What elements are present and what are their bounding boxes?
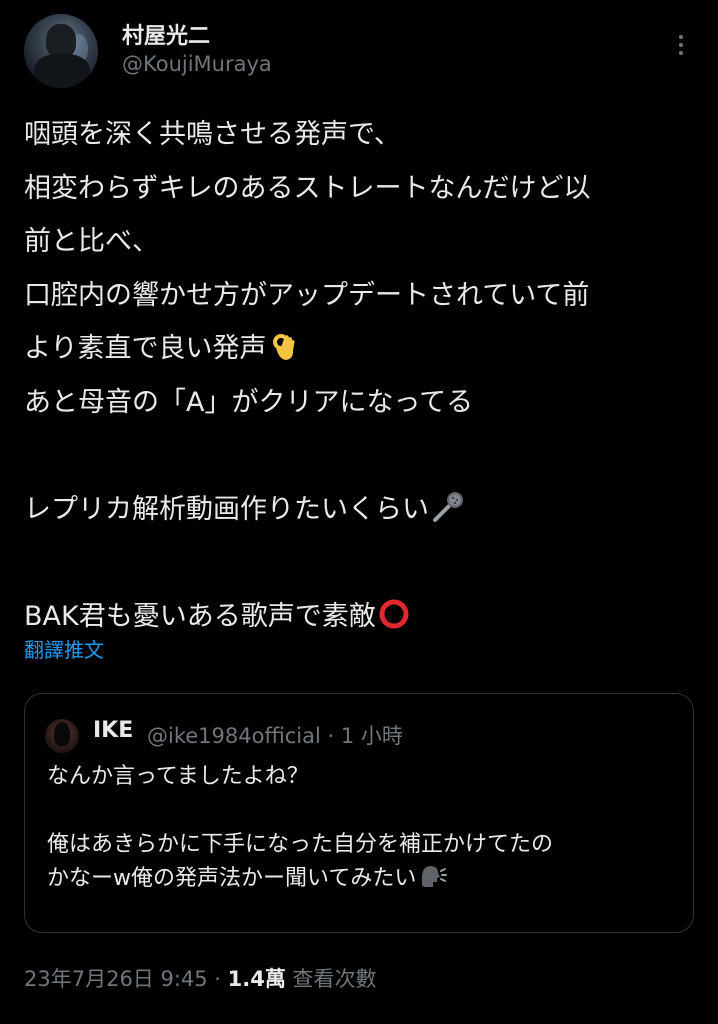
speaking-head-emoji	[422, 866, 448, 887]
microphone-emoji	[433, 491, 463, 522]
tweet-timestamp[interactable]: 23年7月26日 9:45 ·	[24, 967, 228, 991]
more-dot	[679, 51, 683, 55]
tweet-line-with-emoji: より素直で良い発声	[24, 322, 704, 376]
tweet-line-with-emoji: BAK君も憂いある歌声で素敵	[24, 590, 704, 644]
quoted-line: 俺はあきらかに下手になった自分を補正かけてたの	[47, 832, 554, 857]
tweet-meta-row: 23年7月26日 9:45 · 1.4萬 查看次數	[24, 963, 377, 993]
tweet-line-with-emoji: レプリカ解析動画作りたいくらい	[24, 483, 704, 537]
quoted-author-meta: @ike1984official · 1 小時	[147, 724, 403, 748]
quoted-author-name[interactable]: IKE	[93, 718, 133, 743]
tweet-line: レプリカ解析動画作りたいくらい	[24, 493, 429, 525]
tweet: 村屋光二 @KoujiMuraya 咽頭を深く共鳴させる発声で、 相変わらずキレ…	[0, 0, 718, 1024]
tweet-line: より素直で良い発声	[24, 333, 267, 364]
quoted-author-avatar[interactable]	[45, 719, 79, 753]
views-count: 1.4萬	[227, 967, 286, 991]
tweet-line: 咽頭を深く共鳴させる発声で、	[24, 119, 401, 150]
tweet-text: 咽頭を深く共鳴させる発声で、 相変わらずキレのあるストレートなんだけど以 前と比…	[24, 108, 704, 643]
translate-tweet-link[interactable]: 翻譯推文	[24, 634, 104, 663]
more-dot	[679, 35, 683, 39]
more-options-button[interactable]	[666, 30, 696, 60]
tweet-line: 相変わらずキレのあるストレートなんだけど以	[24, 172, 591, 204]
more-dot	[679, 43, 683, 47]
ok-hand-emoji	[273, 334, 295, 360]
tweet-line: 前と比べ、	[24, 226, 159, 257]
quoted-line: かなーw俺の発声法かー聞いてみたい	[47, 866, 417, 891]
quoted-tweet-card[interactable]: IKE @ike1984official · 1 小時 なんか言ってましたよね？…	[24, 693, 694, 933]
quoted-line: なんか言ってましたよね？	[47, 764, 309, 789]
heavy-large-circle-emoji	[379, 599, 409, 628]
views-label: 查看次數	[285, 967, 377, 991]
quoted-line-with-emoji: かなーw俺の発声法かー聞いてみたい	[47, 862, 677, 896]
author-avatar[interactable]	[24, 14, 98, 88]
tweet-line: BAK君も憂いある歌声で素敵	[24, 600, 376, 632]
quoted-tweet-text: なんか言ってましたよね？ 俺はあきらかに下手になった自分を補正かけてたの かなー…	[47, 760, 677, 896]
tweet-line: 口腔内の響かせ方がアップデートされていて前	[24, 279, 590, 311]
tweet-line: あと母音の「A」がクリアになってる	[24, 386, 474, 418]
author-display-name[interactable]: 村屋光二	[122, 18, 210, 50]
author-handle[interactable]: @KoujiMuraya	[122, 52, 272, 76]
quoted-line-blank	[47, 794, 677, 828]
